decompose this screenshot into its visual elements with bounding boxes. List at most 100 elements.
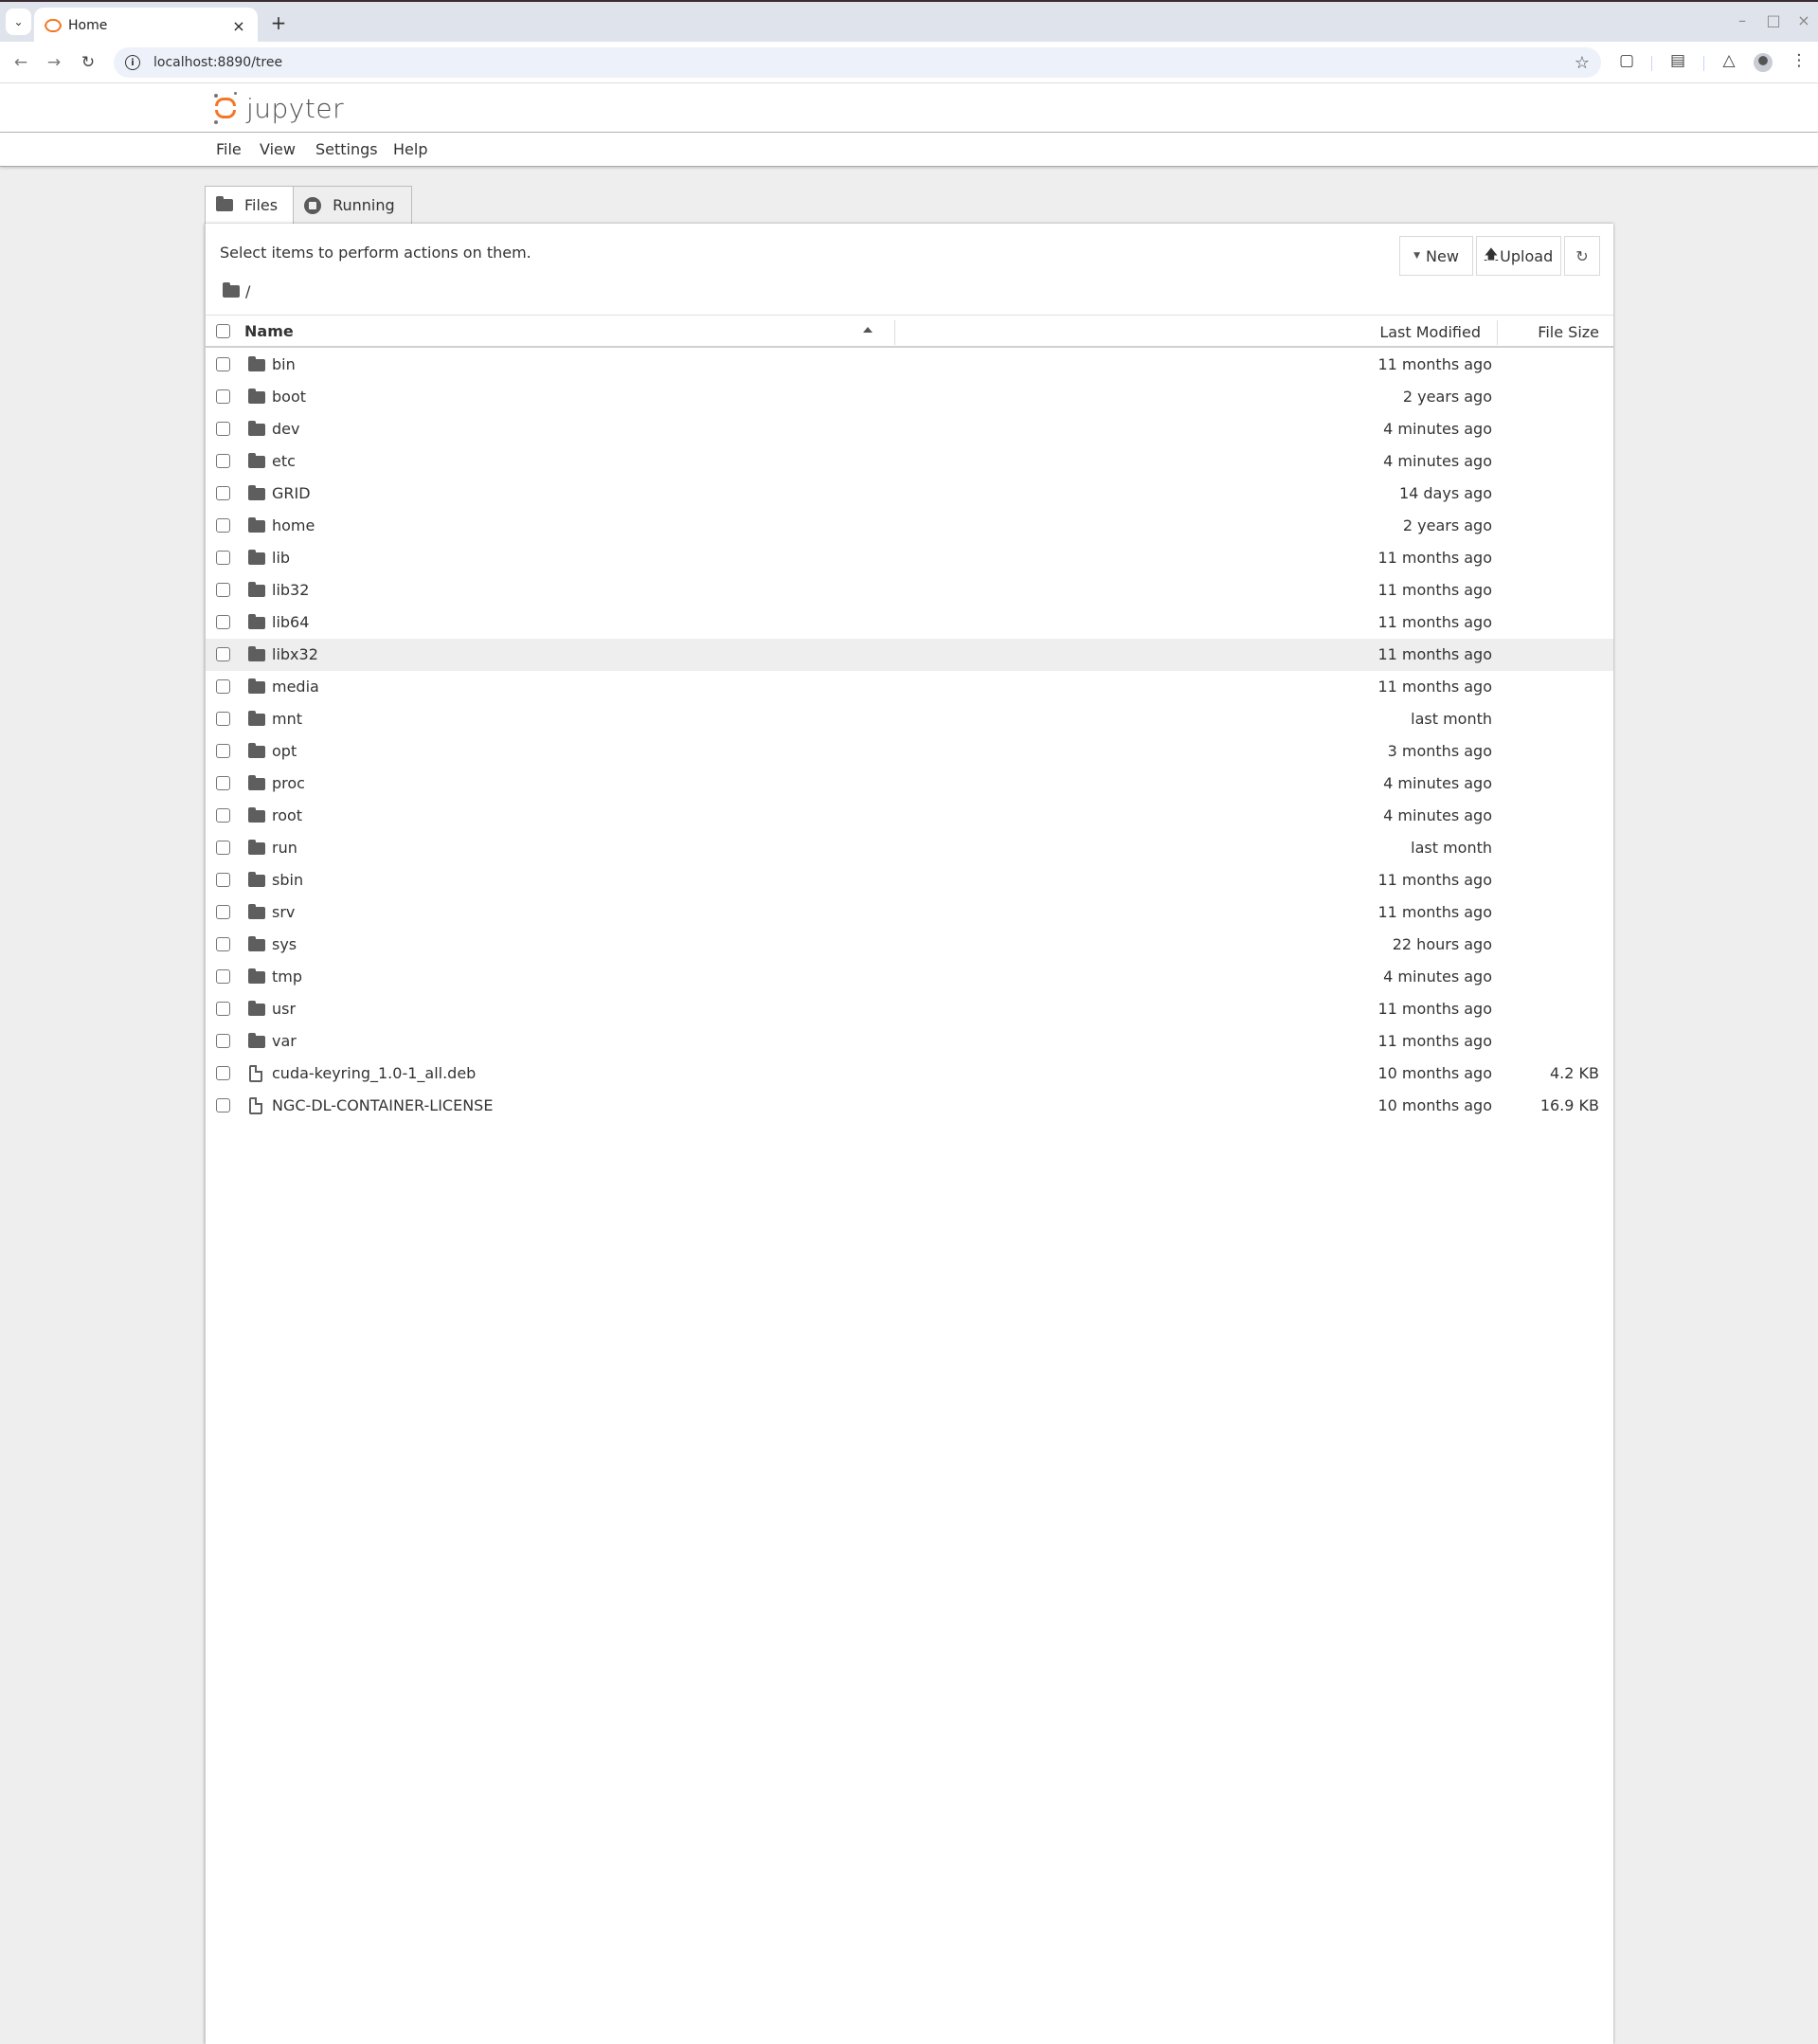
flask-icon[interactable]: △ — [1718, 51, 1740, 70]
item-name[interactable]: var — [272, 1032, 297, 1050]
item-checkbox[interactable] — [216, 1066, 230, 1080]
item-checkbox[interactable] — [216, 615, 230, 629]
list-icon[interactable]: ▤ — [1666, 51, 1689, 70]
menu-file[interactable]: File — [210, 140, 247, 158]
breadcrumb-root[interactable]: / — [245, 282, 250, 300]
kebab-menu-icon[interactable]: ⋮ — [1788, 51, 1810, 70]
list-item[interactable]: lib64 11 months ago — [206, 606, 1613, 639]
item-name[interactable]: run — [272, 839, 297, 857]
item-checkbox[interactable] — [216, 841, 230, 855]
avatar[interactable] — [1754, 53, 1773, 72]
item-name[interactable]: root — [272, 806, 302, 824]
refresh-button[interactable]: ↻ — [1564, 236, 1600, 276]
star-icon[interactable]: ☆ — [1575, 53, 1590, 73]
item-name[interactable]: cuda-keyring_1.0-1_all.deb — [272, 1064, 476, 1082]
item-name[interactable]: NGC-DL-CONTAINER-LICENSE — [272, 1096, 493, 1114]
item-name[interactable]: sbin — [272, 871, 303, 889]
list-item[interactable]: home 2 years ago — [206, 510, 1613, 542]
list-item[interactable]: proc 4 minutes ago — [206, 768, 1613, 800]
folder-icon[interactable] — [223, 282, 240, 298]
item-checkbox[interactable] — [216, 1034, 230, 1048]
tab-files[interactable]: Files — [205, 186, 294, 225]
list-item[interactable]: libx32 11 months ago — [206, 639, 1613, 671]
back-button[interactable]: ← — [8, 49, 34, 76]
item-checkbox[interactable] — [216, 969, 230, 984]
list-item[interactable]: root 4 minutes ago — [206, 800, 1613, 832]
list-item[interactable]: bin 11 months ago — [206, 349, 1613, 381]
item-name[interactable]: mnt — [272, 710, 302, 728]
item-checkbox[interactable] — [216, 744, 230, 758]
upload-button[interactable]: 🡅 Upload — [1476, 236, 1561, 276]
item-name[interactable]: lib32 — [272, 581, 309, 599]
item-checkbox[interactable] — [216, 454, 230, 468]
address-bar[interactable]: i localhost:8890/tree ☆ — [114, 47, 1601, 78]
forward-button[interactable]: → — [41, 49, 67, 76]
info-icon[interactable]: i — [125, 55, 140, 70]
maximize-icon[interactable]: □ — [1762, 11, 1785, 29]
item-name[interactable]: lib — [272, 549, 290, 567]
column-separator[interactable] — [894, 320, 895, 345]
item-name[interactable]: GRID — [272, 484, 311, 502]
item-checkbox[interactable] — [216, 422, 230, 436]
list-item[interactable]: GRID 14 days ago — [206, 478, 1613, 510]
column-header-file-size[interactable]: File Size — [1538, 323, 1599, 341]
list-item[interactable]: etc 4 minutes ago — [206, 445, 1613, 478]
item-name[interactable]: srv — [272, 903, 295, 921]
menu-view[interactable]: View — [254, 140, 301, 158]
item-name[interactable]: bin — [272, 355, 296, 373]
item-checkbox[interactable] — [216, 583, 230, 597]
item-name[interactable]: proc — [272, 774, 305, 792]
column-header-last-modified[interactable]: Last Modified — [1379, 323, 1481, 341]
list-item[interactable]: lib 11 months ago — [206, 542, 1613, 574]
menu-help[interactable]: Help — [387, 140, 433, 158]
column-header-name[interactable]: Name — [244, 322, 294, 340]
list-item[interactable]: sys 22 hours ago — [206, 929, 1613, 961]
jupyter-logo[interactable]: jupyter — [212, 92, 344, 124]
item-checkbox[interactable] — [216, 1002, 230, 1016]
list-item[interactable]: NGC-DL-CONTAINER-LICENSE 10 months ago 16.… — [206, 1090, 1613, 1122]
minimize-icon[interactable]: – — [1731, 11, 1754, 29]
item-name[interactable]: sys — [272, 935, 297, 953]
item-checkbox[interactable] — [216, 776, 230, 790]
browser-tab-home[interactable]: Home × — [34, 8, 258, 44]
item-checkbox[interactable] — [216, 486, 230, 500]
item-checkbox[interactable] — [216, 873, 230, 887]
list-item[interactable]: usr 11 months ago — [206, 993, 1613, 1025]
item-checkbox[interactable] — [216, 647, 230, 661]
puzzle-icon[interactable]: ▢ — [1615, 51, 1638, 70]
list-item[interactable]: srv 11 months ago — [206, 896, 1613, 929]
list-item[interactable]: opt 3 months ago — [206, 735, 1613, 768]
list-item[interactable]: sbin 11 months ago — [206, 864, 1613, 896]
list-item[interactable]: tmp 4 minutes ago — [206, 961, 1613, 993]
item-name[interactable]: libx32 — [272, 645, 318, 663]
reload-button[interactable]: ↻ — [75, 49, 101, 76]
item-checkbox[interactable] — [216, 551, 230, 565]
item-name[interactable]: opt — [272, 742, 297, 760]
list-item[interactable]: boot 2 years ago — [206, 381, 1613, 413]
list-item[interactable]: var 11 months ago — [206, 1025, 1613, 1058]
item-checkbox[interactable] — [216, 905, 230, 919]
menu-settings[interactable]: Settings — [310, 140, 384, 158]
close-icon[interactable]: × — [229, 17, 248, 35]
item-name[interactable]: home — [272, 516, 315, 534]
item-checkbox[interactable] — [216, 389, 230, 404]
item-name[interactable]: dev — [272, 420, 299, 438]
list-item[interactable]: media 11 months ago — [206, 671, 1613, 703]
item-checkbox[interactable] — [216, 712, 230, 726]
item-name[interactable]: media — [272, 678, 319, 696]
list-item[interactable]: mnt last month — [206, 703, 1613, 735]
item-name[interactable]: usr — [272, 1000, 296, 1018]
item-checkbox[interactable] — [216, 808, 230, 823]
item-checkbox[interactable] — [216, 679, 230, 694]
item-name[interactable]: tmp — [272, 968, 302, 986]
tab-list-button[interactable]: ⌄ — [6, 9, 31, 35]
item-checkbox[interactable] — [216, 937, 230, 951]
list-item[interactable]: cuda-keyring_1.0-1_all.deb 10 months ago 4… — [206, 1058, 1613, 1090]
list-item[interactable]: run last month — [206, 832, 1613, 864]
item-checkbox[interactable] — [216, 1098, 230, 1112]
item-checkbox[interactable] — [216, 357, 230, 371]
tab-running[interactable]: Running — [293, 186, 412, 225]
new-button[interactable]: ▼ New — [1399, 236, 1473, 276]
item-name[interactable]: etc — [272, 452, 296, 470]
sort-ascending-icon[interactable] — [863, 327, 873, 333]
